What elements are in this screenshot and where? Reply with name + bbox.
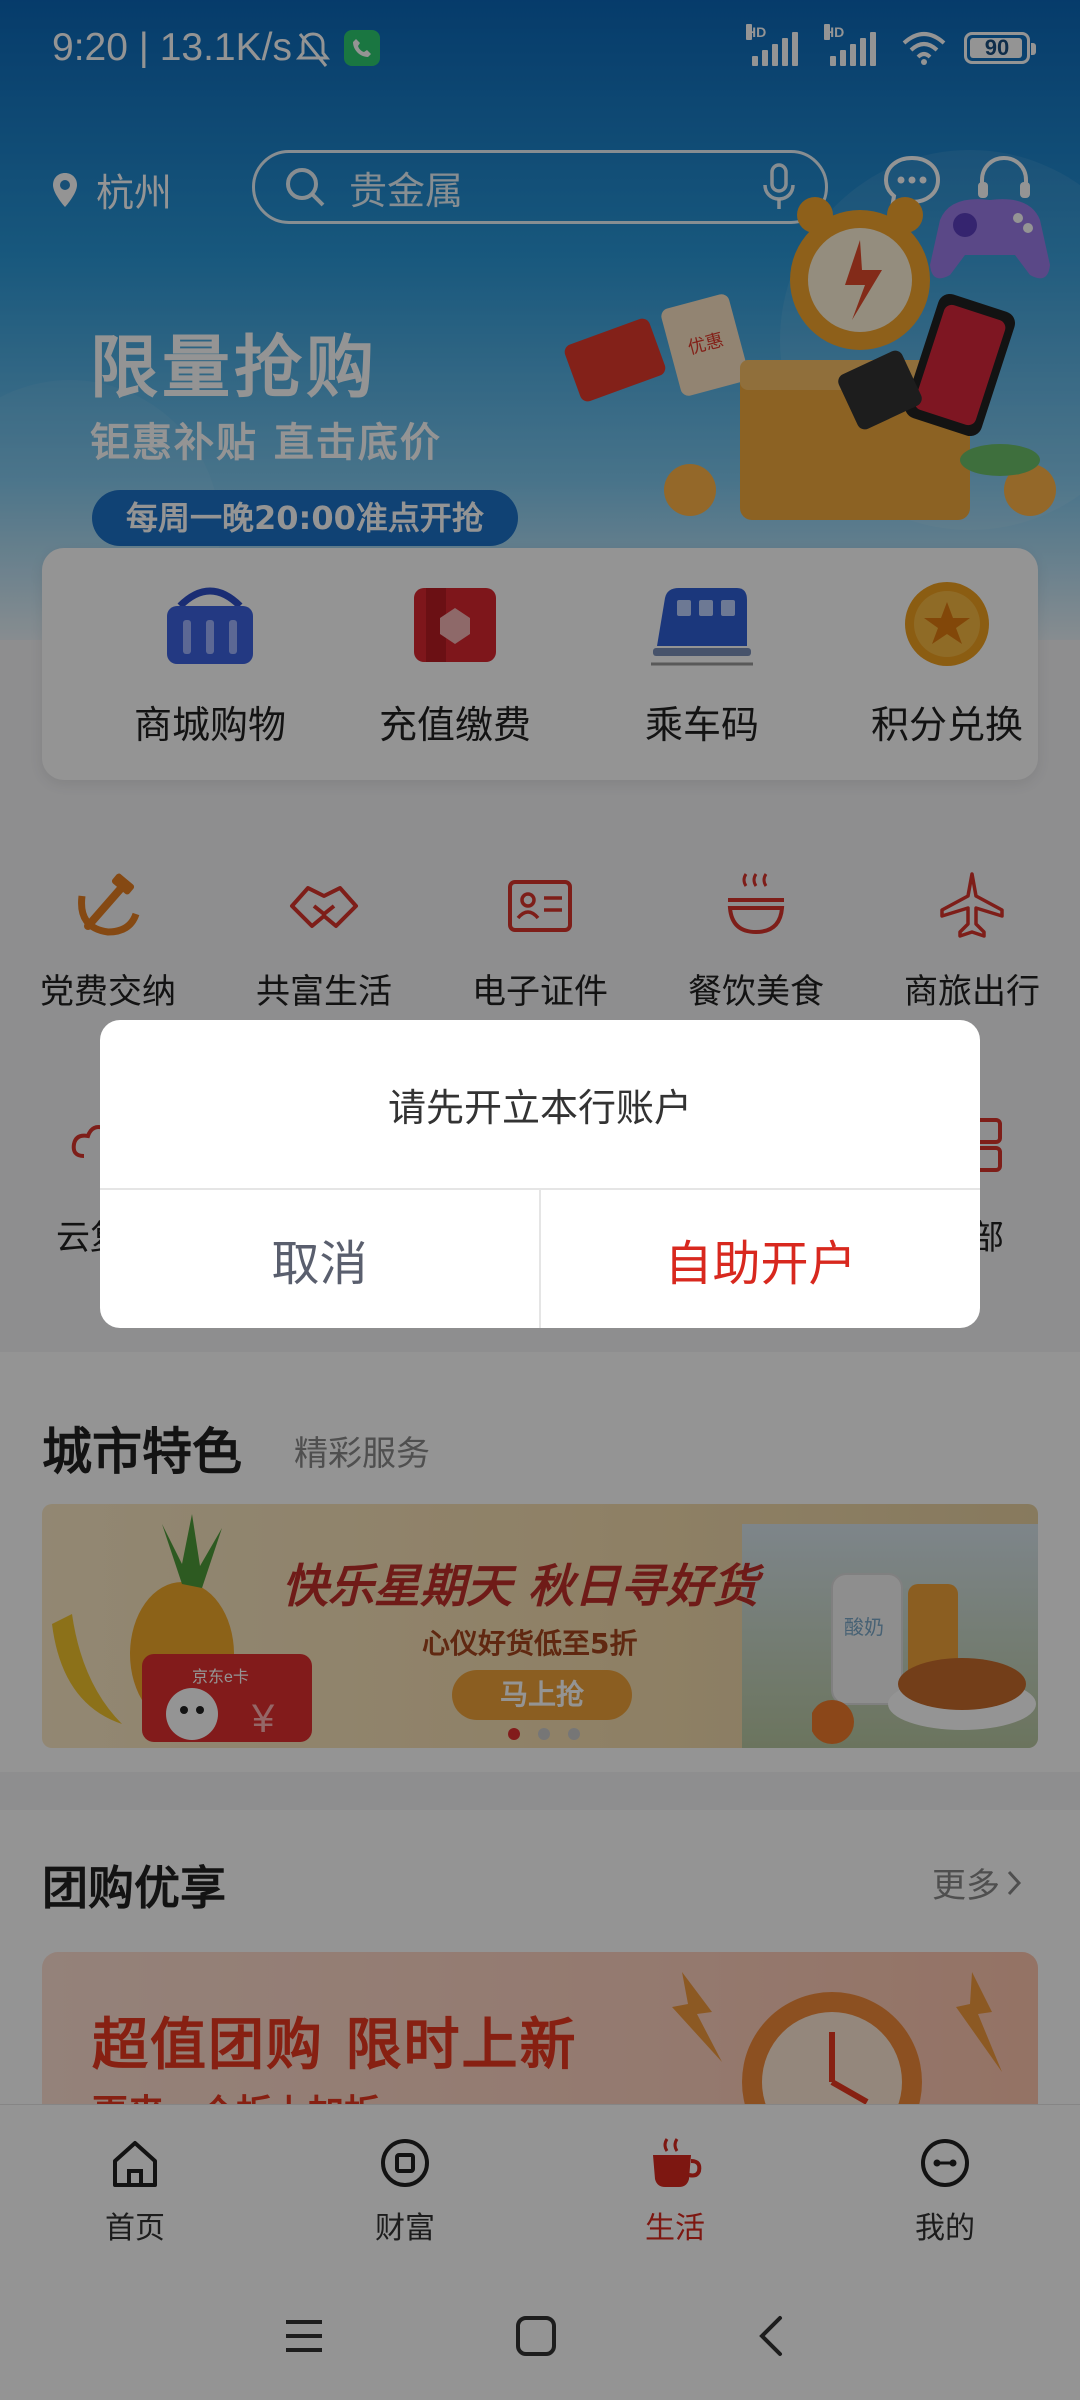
cancel-button[interactable]: 取消 [100,1190,539,1328]
open-account-dialog: 请先开立本行账户 取消 自助开户 [100,1020,980,1328]
dialog-message: 请先开立本行账户 [387,1085,692,1130]
open-account-button[interactable]: 自助开户 [541,1190,980,1328]
